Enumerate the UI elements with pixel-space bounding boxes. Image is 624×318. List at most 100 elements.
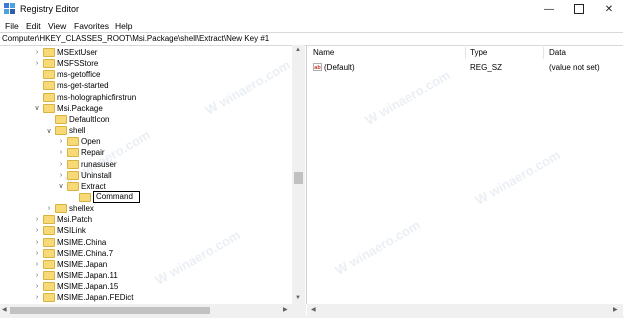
tree-node-label: ms-getoffice [57, 70, 101, 80]
folder-icon [43, 293, 55, 303]
chevron-right-icon[interactable]: › [57, 147, 65, 158]
key-name-edit-field[interactable]: Command [93, 190, 140, 203]
address-bar[interactable]: Computer\HKEY_CLASSES_ROOT\Msi.Package\s… [0, 32, 623, 46]
scroll-left-icon[interactable]: ◀ [311, 306, 316, 313]
scroll-left-icon[interactable]: ◀ [2, 306, 7, 313]
tree-node-label: MSIME.Japan.11 [57, 271, 118, 280]
column-separator[interactable] [465, 47, 466, 59]
chevron-right-icon[interactable]: › [33, 47, 41, 58]
tree-node[interactable]: › MSIME.Japan.FEDict [0, 292, 290, 303]
tree-node[interactable]: › MSIME.Japan [0, 259, 290, 270]
chevron-down-icon[interactable]: ∨ [45, 125, 53, 136]
column-header-name[interactable]: Name [313, 48, 334, 57]
tree-node-label: MSIME.China.7 [57, 248, 114, 258]
tree-node-label: MSIME.Japan [57, 259, 108, 269]
chevron-right-icon[interactable]: › [33, 292, 41, 303]
tree-node-label: ms-holographicfirstrun [57, 92, 137, 102]
folder-icon [67, 137, 79, 147]
tree-node[interactable]: ∨ Extract [0, 181, 290, 192]
maximize-button[interactable] [564, 0, 594, 18]
tree-node-label: shell [69, 126, 86, 136]
tree-node[interactable]: Command [0, 190, 290, 203]
chevron-right-icon[interactable]: › [33, 58, 41, 69]
value-name: (Default) [324, 63, 355, 72]
column-header-type[interactable]: Type [470, 48, 487, 57]
tree-node-label: MSFSStore [57, 59, 99, 69]
scroll-down-icon[interactable]: ▼ [295, 295, 301, 301]
values-list[interactable]: Name Type Data ab (Default) REG_SZ (valu… [307, 45, 623, 304]
tree-node[interactable]: › shellex [0, 203, 290, 214]
tree-node-label: Uninstall [81, 170, 112, 180]
tree-node-label: runasuser [81, 159, 117, 169]
menu-view[interactable]: View [48, 21, 66, 31]
chevron-right-icon[interactable]: › [33, 259, 41, 270]
tree-node[interactable]: › MSIME.China [0, 237, 290, 248]
tree-node[interactable]: › MSExtUser [0, 47, 290, 58]
tree-node[interactable]: › Msi.Patch [0, 214, 290, 225]
chevron-right-icon[interactable]: › [45, 203, 53, 214]
menu-edit[interactable]: Edit [26, 21, 41, 31]
menu-help[interactable]: Help [115, 21, 132, 31]
tree-node[interactable]: ∨ Msi.Package [0, 103, 290, 114]
tree-node[interactable]: DefaultIcon [0, 114, 290, 125]
menu-file[interactable]: File [5, 21, 19, 31]
value-type: REG_SZ [470, 63, 503, 72]
value-row[interactable]: ab (Default) REG_SZ (value not set) [307, 61, 623, 73]
folder-icon [79, 192, 91, 202]
chevron-down-icon[interactable]: ∨ [57, 181, 65, 192]
values-horizontal-scrollbar[interactable]: ◀ ▶ [307, 304, 623, 316]
tree-node[interactable]: › MSFSStore [0, 58, 290, 69]
close-icon: ✕ [604, 3, 614, 15]
folder-icon [67, 170, 79, 180]
tree-horizontal-scrollbar[interactable]: ◀ ▶ [0, 304, 306, 316]
tree-node-label: shellex [69, 204, 94, 214]
chevron-down-icon[interactable]: ∨ [33, 103, 41, 114]
maximize-icon [574, 4, 584, 14]
tree-node[interactable]: › MSILink [0, 225, 290, 236]
chevron-right-icon[interactable]: › [33, 237, 41, 248]
tree-node[interactable]: ms-holographicfirstrun [0, 92, 290, 103]
folder-icon [55, 114, 67, 124]
column-separator[interactable] [543, 47, 544, 59]
chevron-right-icon[interactable]: › [33, 248, 41, 259]
chevron-right-icon[interactable]: › [33, 281, 41, 292]
tree-node-label: DefaultIcon [69, 114, 110, 124]
scroll-thumb[interactable] [10, 307, 210, 314]
menu-favorites[interactable]: Favorites [74, 21, 109, 31]
chevron-right-icon[interactable]: › [33, 214, 41, 225]
chevron-right-icon[interactable]: › [33, 270, 41, 281]
tree-node[interactable]: › runasuser [0, 159, 290, 170]
tree-node[interactable]: ms-getoffice [0, 69, 290, 80]
tree-node[interactable]: ms-get-started [0, 80, 290, 91]
folder-icon [43, 81, 55, 91]
folder-icon [67, 181, 79, 191]
chevron-right-icon[interactable]: › [57, 159, 65, 170]
tree-node[interactable]: › MSIME.Japan.15 [0, 281, 290, 292]
tree-node[interactable]: › Repair [0, 147, 290, 158]
chevron-right-icon[interactable]: › [33, 225, 41, 236]
tree-node[interactable]: › MSIME.Japan.11 [0, 270, 290, 281]
scroll-up-icon[interactable]: ▲ [295, 47, 301, 53]
folder-icon [43, 103, 55, 113]
folder-icon [67, 148, 79, 158]
chevron-right-icon[interactable]: › [57, 170, 65, 181]
tree-node[interactable]: › Uninstall [0, 170, 290, 181]
scroll-thumb[interactable] [294, 172, 303, 184]
column-header-data[interactable]: Data [549, 48, 566, 57]
chevron-right-icon[interactable]: › [57, 136, 65, 147]
tree-node-label: MSIME.China [57, 237, 107, 247]
minimize-button[interactable]: — [534, 0, 564, 18]
tree-node[interactable]: ∨ shell [0, 125, 290, 136]
tree-node[interactable]: › Open [0, 136, 290, 147]
tree-vertical-scrollbar[interactable]: ▲ ▼ [292, 45, 305, 304]
scroll-right-icon[interactable]: ▶ [613, 306, 618, 313]
tree-node[interactable]: › MSIME.China.7 [0, 248, 290, 259]
close-button[interactable]: ✕ [594, 0, 624, 18]
minimize-icon: — [544, 3, 554, 15]
scroll-right-icon[interactable]: ▶ [283, 306, 288, 313]
folder-icon [43, 70, 55, 80]
tree-node-label: Open [81, 137, 101, 147]
tree-node-label: MSIME.Japan.15 [57, 282, 119, 292]
folder-icon [55, 126, 67, 136]
key-tree[interactable]: › MSExtUser › MSFSStore ms-getoffice ms-get-s… [0, 45, 307, 304]
